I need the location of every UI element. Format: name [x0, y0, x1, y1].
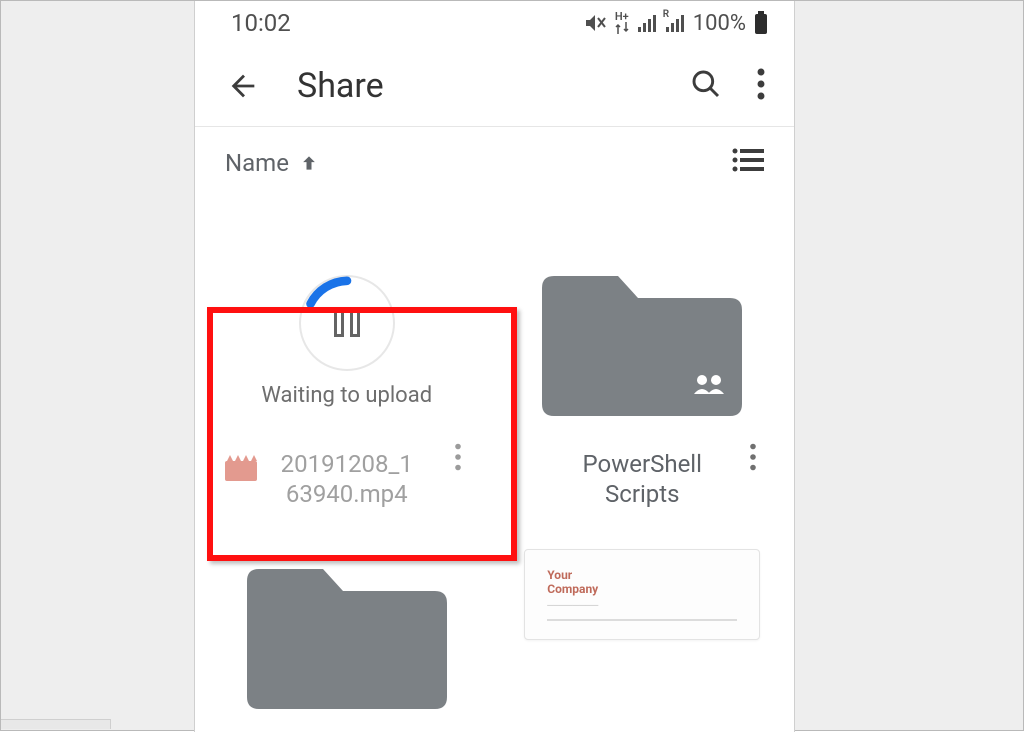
more-vert-icon — [454, 443, 462, 471]
shared-folder-icon — [532, 256, 752, 426]
folder-item-powershell[interactable]: PowerShell Scripts — [515, 239, 771, 509]
signal-icon-1 — [637, 13, 657, 33]
document-thumbnail: Your Company ──────── — [524, 549, 760, 640]
doc-line-2: Company — [547, 582, 737, 596]
list-view-icon — [732, 147, 764, 173]
sort-button[interactable]: Name — [225, 149, 319, 177]
upload-progress[interactable] — [299, 275, 395, 371]
doc-line-1: Your — [547, 568, 737, 582]
window-chrome-artifact — [1, 719, 111, 729]
status-roaming: R — [663, 9, 669, 20]
search-button[interactable] — [690, 68, 722, 104]
more-vert-icon — [756, 68, 766, 100]
status-indicators: H+ R — [583, 11, 768, 36]
file-grid: Waiting to upload 20191208_1 63940.mp4 — [195, 199, 794, 659]
video-file-icon — [225, 455, 257, 481]
status-hplus: H+ — [615, 12, 629, 22]
arrow-left-icon — [226, 69, 260, 103]
search-icon — [690, 68, 722, 100]
app-bar: Share — [195, 45, 794, 127]
status-bar: 10:02 H+ — [195, 1, 794, 45]
upload-status-text: Waiting to upload — [261, 383, 432, 408]
sort-label: Name — [225, 149, 289, 177]
phone-viewport: 10:02 H+ — [194, 1, 795, 732]
view-toggle-button[interactable] — [732, 147, 764, 179]
status-battery-text: 100% — [693, 11, 746, 36]
file-item-uploading[interactable]: Waiting to upload 20191208_1 63940.mp4 — [219, 239, 475, 509]
back-button[interactable] — [217, 69, 269, 103]
progress-arc-icon — [299, 275, 395, 371]
file-name: 20191208_1 63940.mp4 — [281, 449, 413, 509]
data-arrows-icon — [615, 22, 629, 34]
battery-icon — [754, 11, 768, 35]
arrow-up-icon — [299, 153, 319, 173]
file-item-menu-button[interactable] — [443, 437, 473, 477]
doc-line-3: ──────── — [547, 600, 737, 611]
sort-row: Name — [195, 127, 794, 199]
mute-icon — [583, 11, 607, 35]
page-title: Share — [297, 66, 690, 106]
more-vert-icon — [749, 443, 757, 471]
overflow-menu-button[interactable] — [756, 68, 766, 104]
folder-icon — [237, 549, 457, 719]
outer-frame: 10:02 H+ — [0, 0, 1024, 731]
folder-name: PowerShell Scripts — [583, 449, 702, 509]
folder-item-partial[interactable] — [219, 549, 475, 659]
status-time: 10:02 — [231, 9, 291, 37]
folder-item-menu-button[interactable] — [738, 437, 768, 477]
file-item-document-partial[interactable]: Your Company ──────── — [515, 549, 771, 659]
